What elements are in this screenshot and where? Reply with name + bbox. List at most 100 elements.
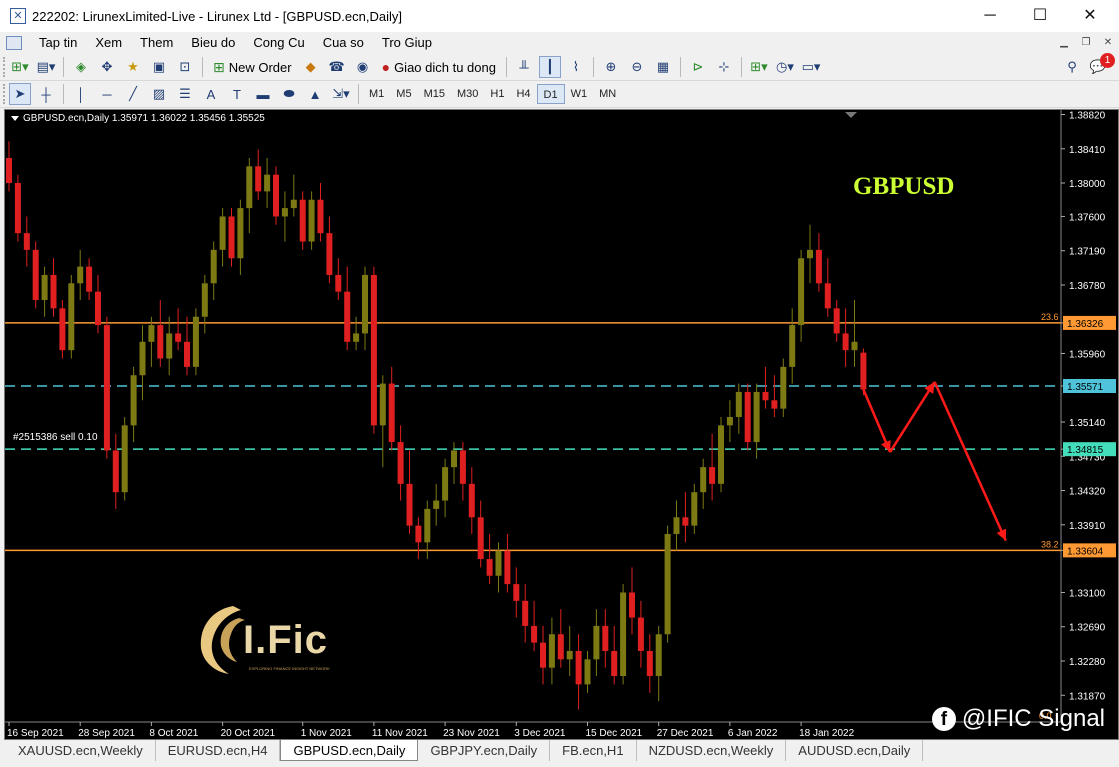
notifications-icon[interactable]: 💬 1 <box>1087 53 1115 78</box>
candle-body <box>860 352 867 390</box>
equidistant-channel-icon[interactable]: ▨ <box>148 83 170 105</box>
maximize-button[interactable]: ☐ <box>1017 0 1063 32</box>
tab-gbpjpy-daily[interactable]: GBPJPY.ecn,Daily <box>418 740 551 761</box>
minimize-button[interactable]: ─ <box>967 0 1013 32</box>
crosshair-icon[interactable]: ┼ <box>35 83 57 105</box>
menu-insert[interactable]: Them <box>131 32 182 54</box>
price-chart[interactable]: 1.38820 1.38410 1.38000 1.37600 1.37190 1.367… <box>5 110 1118 739</box>
terminal-icon[interactable]: ▣ <box>148 56 170 78</box>
timeframe-m15[interactable]: M15 <box>418 84 451 104</box>
candle-body <box>815 249 822 284</box>
menu-help[interactable]: Tro Giup <box>373 32 441 54</box>
candle-body <box>709 467 716 484</box>
tab-xauusd-weekly[interactable]: XAUUSD.ecn,Weekly <box>6 740 156 761</box>
mdi-restore-icon[interactable]: ❐ <box>1078 36 1094 50</box>
arrows-icon[interactable]: ⇲▾ <box>330 83 352 105</box>
chart-window[interactable]: 1.38820 1.38410 1.38000 1.37600 1.37190 1.367… <box>4 109 1119 740</box>
zoom-in-icon[interactable]: ⊕ <box>600 56 622 78</box>
price-tick-label: 1.34320 <box>1069 487 1106 498</box>
timeframe-h4[interactable]: H4 <box>510 84 536 104</box>
mdi-close-icon[interactable]: ✕ <box>1100 36 1116 50</box>
tab-nzdusd-weekly[interactable]: NZDUSD.ecn,Weekly <box>637 740 787 761</box>
close-button[interactable]: ✕ <box>1067 0 1113 32</box>
collapse-icon <box>11 115 19 121</box>
indicators-icon[interactable]: ⊞▾ <box>748 56 770 78</box>
signals-icon[interactable]: ◉ <box>352 56 374 78</box>
timeframe-w1[interactable]: W1 <box>565 84 594 104</box>
menu-bar: Tap tin Xem Them Bieu do Cong Cu Cua so … <box>0 32 1119 54</box>
tab-audusd-daily[interactable]: AUDUSD.ecn,Daily <box>786 740 924 761</box>
cursor-icon[interactable]: ➤ <box>9 83 31 105</box>
zoom-out-icon[interactable]: ⊖ <box>626 56 648 78</box>
triangle-icon[interactable]: ▲ <box>304 83 326 105</box>
timeframe-m1[interactable]: M1 <box>363 84 390 104</box>
chart-header: GBPUSD.ecn,Daily 1.35971 1.36022 1.35456… <box>11 113 265 124</box>
candle-body <box>59 308 66 351</box>
tab-gbpusd-daily[interactable]: GBPUSD.ecn,Daily <box>280 740 419 761</box>
trendline-icon[interactable]: ╱ <box>122 83 144 105</box>
text-label-icon[interactable]: T <box>226 83 248 105</box>
candle-body <box>175 333 182 342</box>
timeframe-d1[interactable]: D1 <box>536 84 565 104</box>
vertical-line-icon[interactable]: │ <box>70 83 92 105</box>
candle-body <box>540 642 546 668</box>
menu-tools[interactable]: Cong Cu <box>244 32 313 54</box>
tab-eurusd-h4[interactable]: EURUSD.ecn,H4 <box>156 740 281 761</box>
candle-body <box>130 375 137 426</box>
menu-charts[interactable]: Bieu do <box>182 32 244 54</box>
periods-icon[interactable]: ◷▾ <box>774 56 796 78</box>
ellipse-icon[interactable]: ⬬ <box>278 83 300 105</box>
line-chart-icon[interactable]: ⌇ <box>565 56 587 78</box>
alerts-icon[interactable]: ☎ <box>326 56 348 78</box>
timeframe-mn[interactable]: MN <box>593 84 622 104</box>
tab-fb-h1[interactable]: FB.ecn,H1 <box>550 740 637 761</box>
candle-body <box>299 199 306 242</box>
candle-body <box>6 157 12 184</box>
market-watch-icon[interactable]: ◈ <box>70 56 92 78</box>
auto-trading-button[interactable]: ● Giao dich tu dong <box>378 56 500 78</box>
text-icon[interactable]: A <box>200 83 222 105</box>
autoscroll-icon[interactable]: ⊹ <box>713 56 735 78</box>
templates-icon[interactable]: ▭▾ <box>800 56 822 78</box>
candle-body <box>495 550 502 576</box>
navigator-icon[interactable]: ★ <box>122 56 144 78</box>
timeframe-m30[interactable]: M30 <box>451 84 484 104</box>
horizontal-line-icon[interactable]: ─ <box>96 83 118 105</box>
data-window-icon[interactable]: ✥ <box>96 56 118 78</box>
projection-arrow-segment <box>933 381 1007 542</box>
mdi-minimize-icon[interactable]: ▁ <box>1056 36 1072 50</box>
candle-body <box>50 274 57 309</box>
profiles-icon[interactable]: ▤▾ <box>35 56 57 78</box>
metaeditor-icon[interactable]: ◆ <box>300 56 322 78</box>
menu-file[interactable]: Tap tin <box>30 32 86 54</box>
price-tick-label: 1.33910 <box>1069 521 1106 532</box>
menu-window[interactable]: Cua so <box>314 32 373 54</box>
tile-windows-icon[interactable]: ▦ <box>652 56 674 78</box>
timeframe-h1[interactable]: H1 <box>484 84 510 104</box>
search-icon[interactable]: ⚲ <box>1061 56 1083 78</box>
notification-badge: 1 <box>1100 53 1115 68</box>
candle-body <box>192 316 199 367</box>
timeframe-m5[interactable]: M5 <box>390 84 417 104</box>
candlestick-chart-icon[interactable]: ┃ <box>538 56 561 78</box>
candle-body <box>798 258 805 326</box>
chart-shift-icon[interactable]: ⊳ <box>687 56 709 78</box>
bar-chart-icon[interactable]: ╨ <box>513 56 535 78</box>
candle-body <box>744 391 751 443</box>
toolbar-grip <box>3 57 7 77</box>
app-icon: ✕ <box>10 8 26 24</box>
time-tick-label: 20 Oct 2021 <box>221 728 276 739</box>
menu-view[interactable]: Xem <box>86 32 131 54</box>
chart-symbol-label: GBPUSD <box>853 173 955 200</box>
rectangle-icon[interactable]: ▬ <box>252 83 274 105</box>
new-chart-icon[interactable]: ⊞▾ <box>9 56 31 78</box>
time-tick-label: 23 Nov 2021 <box>443 728 500 739</box>
candle-body <box>691 492 698 526</box>
chart-window-icon[interactable] <box>6 36 22 50</box>
strategy-tester-icon[interactable]: ⊡ <box>174 56 196 78</box>
projection-arrow-segment <box>889 381 936 453</box>
logo-text: I.Fic <box>243 618 329 662</box>
candle-body <box>95 291 101 326</box>
new-order-button[interactable]: ⊞ New Order <box>209 56 296 78</box>
fibonacci-icon[interactable]: ☰ <box>174 83 196 105</box>
